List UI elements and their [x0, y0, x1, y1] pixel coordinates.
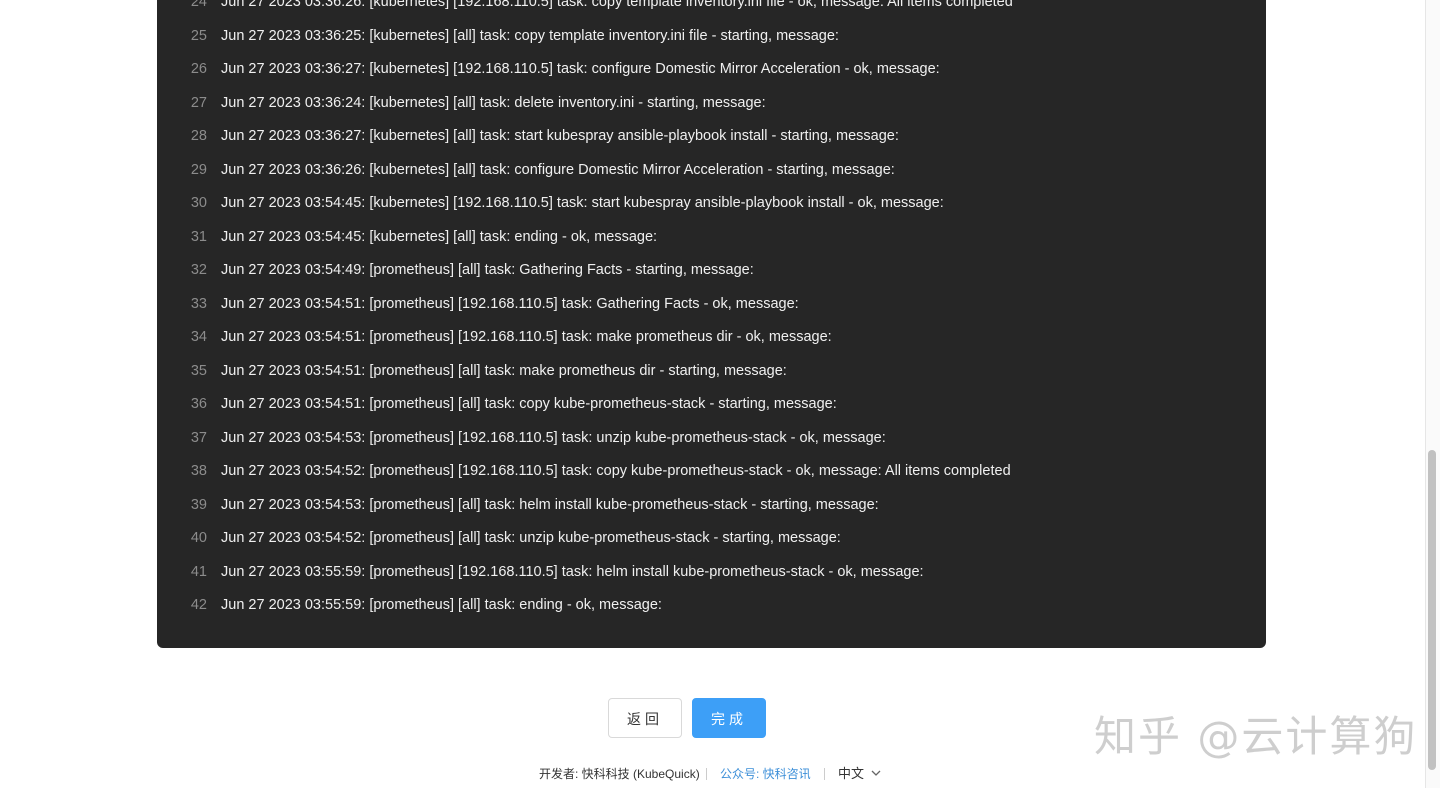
log-line-number: 24 [190, 0, 207, 10]
log-line-text: Jun 27 2023 03:55:59: [prometheus] [all]… [221, 597, 662, 613]
log-line-number: 38 [190, 463, 207, 479]
log-line-number: 26 [190, 61, 207, 77]
page-scrollbar-thumb[interactable] [1428, 450, 1436, 770]
log-line-text: Jun 27 2023 03:54:51: [prometheus] [192.… [221, 329, 832, 345]
footer-divider [706, 768, 707, 780]
log-line-text: Jun 27 2023 03:36:25: [kubernetes] [all]… [221, 27, 839, 44]
log-line-text: Jun 27 2023 03:54:51: [prometheus] [192.… [221, 295, 799, 312]
log-line-number: 25 [190, 27, 207, 44]
log-line-text: Jun 27 2023 03:54:45: [kubernetes] [all]… [221, 228, 658, 245]
log-line-text: Jun 27 2023 03:54:53: [prometheus] [all]… [221, 496, 879, 513]
watermark: 知乎 @云计算狗 [1094, 712, 1418, 761]
log-line-text: Jun 27 2023 03:36:26: [kubernetes] [all]… [221, 161, 895, 178]
log-line-number: 37 [190, 429, 207, 446]
log-line-text: Jun 27 2023 03:54:52: [prometheus] [192.… [221, 463, 1011, 479]
log-line-text: Jun 27 2023 03:54:51: [prometheus] [all]… [221, 396, 837, 412]
log-line-text: Jun 27 2023 03:54:45: [kubernetes] [192.… [221, 195, 944, 211]
wechat-account-link[interactable]: 公众号: 快科咨讯 [720, 764, 811, 784]
log-line-number: 35 [190, 362, 207, 379]
log-line-text: Jun 27 2023 03:36:26: [kubernetes] [192.… [221, 0, 1013, 10]
log-panel: 24 Jun 27 2023 03:36:26: [kubernetes] [19… [157, 0, 1266, 648]
log-line-text: Jun 27 2023 03:55:59: [prometheus] [192.… [221, 563, 924, 580]
log-line-number: 31 [190, 228, 207, 245]
log-line-number: 41 [190, 563, 207, 580]
footer-divider [824, 768, 825, 780]
log-line-number: 32 [190, 262, 207, 278]
language-selector[interactable]: 中文 [838, 764, 864, 784]
log-line-number: 40 [190, 530, 207, 546]
log-line-text: Jun 27 2023 03:54:49: [prometheus] [all]… [221, 262, 754, 278]
log-line-number: 36 [190, 396, 207, 412]
log-line-text: Jun 27 2023 03:54:53: [prometheus] [192.… [221, 429, 886, 446]
done-button[interactable]: 完成 [692, 698, 766, 738]
log-line-number: 27 [190, 94, 207, 111]
log-line-number: 33 [190, 295, 207, 312]
log-line-text: Jun 27 2023 03:54:52: [prometheus] [all]… [221, 530, 841, 546]
log-line-number: 34 [190, 329, 207, 345]
log-line-number: 28 [190, 128, 207, 144]
log-line-number: 42 [190, 597, 207, 613]
back-button[interactable]: 返回 [608, 698, 682, 738]
chevron-down-icon[interactable] [870, 767, 882, 779]
log-line-number: 29 [190, 161, 207, 178]
log-line-text: Jun 27 2023 03:36:27: [kubernetes] [all]… [221, 128, 899, 144]
developer-credit: 开发者: 快科科技 (KubeQuick) [539, 767, 700, 781]
log-line-number: 39 [190, 496, 207, 513]
log-line-number: 30 [190, 195, 207, 211]
footer: 开发者: 快科科技 (KubeQuick) 公众号: 快科咨讯 中文 [0, 764, 1425, 784]
log-line-text: Jun 27 2023 03:36:27: [kubernetes] [192.… [221, 61, 940, 77]
log-line-text: Jun 27 2023 03:36:24: [kubernetes] [all]… [221, 94, 766, 111]
log-line-text: Jun 27 2023 03:54:51: [prometheus] [all]… [221, 362, 787, 379]
